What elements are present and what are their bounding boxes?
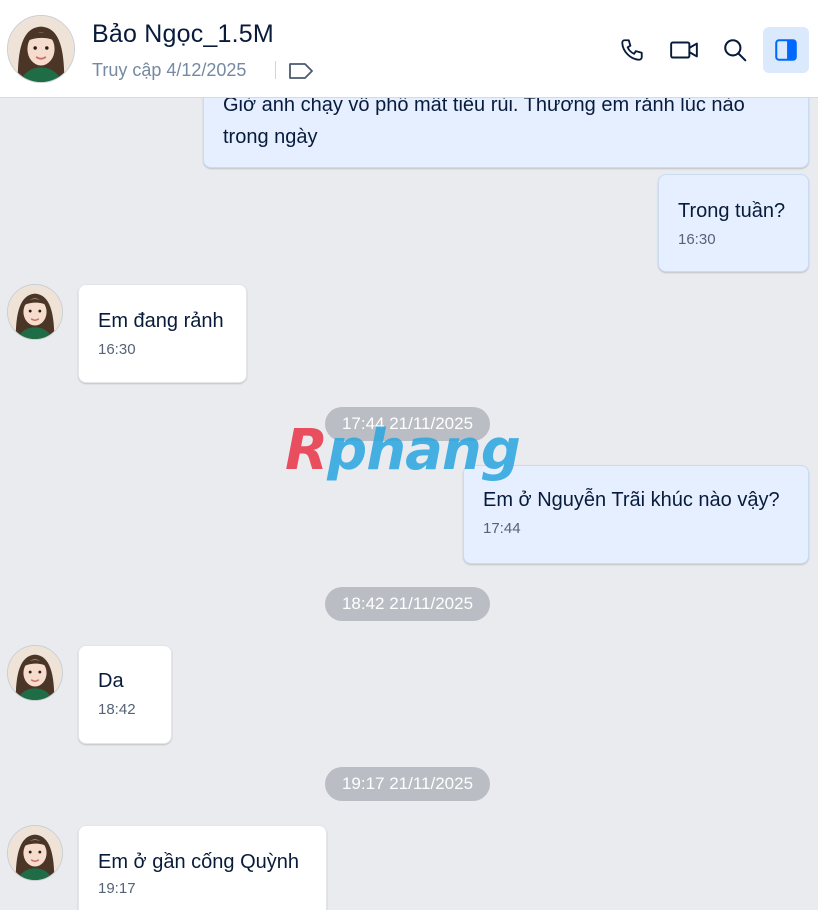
message-text: Da [98,670,124,692]
divider [275,61,276,79]
date-separator: 18:42 21/11/2025 [325,587,490,621]
avatar-image [8,646,62,700]
message-bubble-received[interactable]: Em ở gần cống Quỳnh 19:17 [78,825,327,910]
avatar-image [8,285,62,339]
contact-avatar[interactable] [7,15,75,83]
avatar-image [8,826,62,880]
video-call-icon [670,41,698,59]
call-button[interactable] [609,27,655,73]
tag-icon[interactable] [288,61,314,81]
chat-header: Bảo Ngọc_1.5M Truy cập 4/12/2025 [0,0,818,98]
message-text: Em ở gần cống Quỳnh [98,851,300,873]
date-separator: 19:17 21/11/2025 [325,767,490,801]
avatar[interactable] [7,284,63,340]
message-time: 17:44 [483,520,521,537]
avatar[interactable] [7,645,63,701]
message-bubble-sent[interactable]: Trong tuần? 16:30 [658,174,809,272]
side-panel-toggle[interactable] [763,27,809,73]
phone-icon [621,39,643,61]
search-icon [724,39,747,62]
search-button[interactable] [712,27,758,73]
message-time: 18:42 [98,701,136,718]
message-time: 19:17 [98,880,136,897]
date-separator: 17:44 21/11/2025 [325,407,490,441]
video-call-button[interactable] [661,27,707,73]
message-bubble-received[interactable]: Em đang rảnh 16:30 [78,284,247,383]
avatar[interactable] [7,825,63,881]
message-text: Em ở Nguyễn Trãi khúc nào vậy? [483,489,780,511]
side-panel-icon [775,39,797,61]
last-seen-status: Truy cập 4/12/2025 [92,60,247,80]
message-bubble-received[interactable]: Da 18:42 [78,645,172,744]
contact-name[interactable]: Bảo Ngọc_1.5M [92,20,274,49]
message-text: Em đang rảnh [98,310,224,332]
avatar-image [8,16,74,82]
message-time: 16:30 [678,231,716,248]
message-text: Trong tuần? [678,200,786,222]
message-bubble-sent[interactable]: Em ở Nguyễn Trãi khúc nào vậy? 17:44 [463,465,809,564]
message-text: trong ngày [223,126,318,148]
message-time: 16:30 [98,341,136,358]
